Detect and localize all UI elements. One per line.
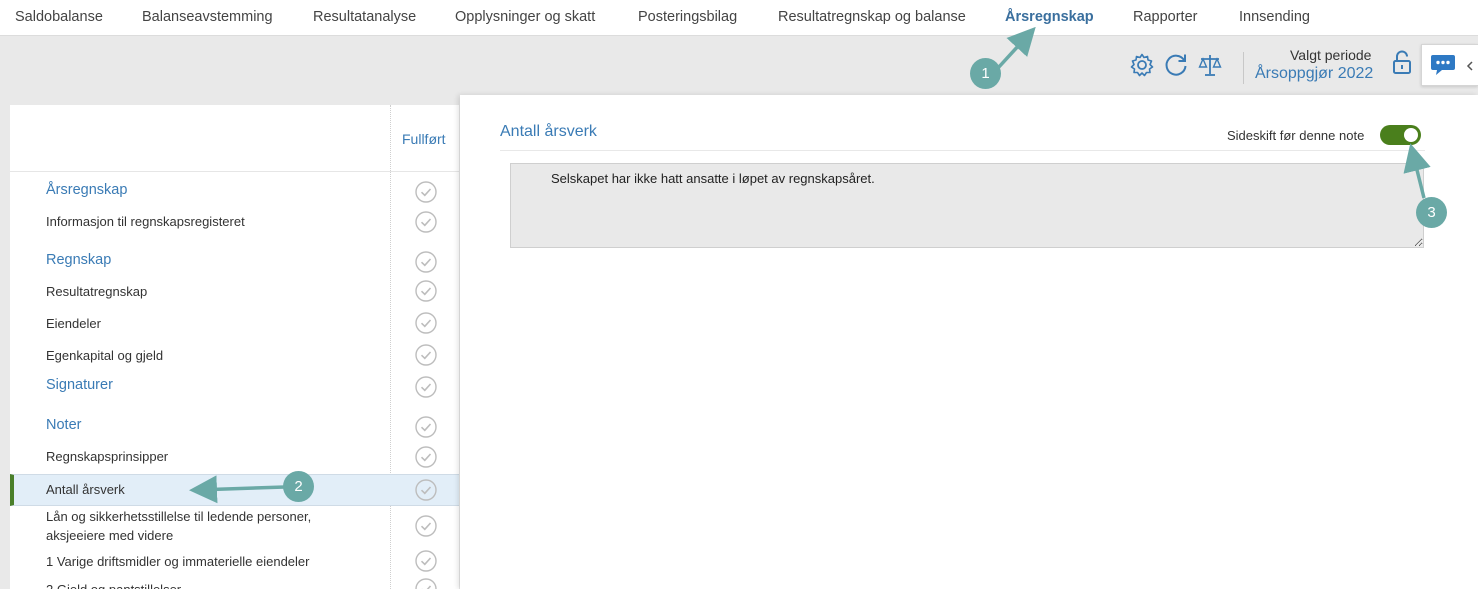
nav-item-label: Informasjon til regnskapsregisteret	[46, 214, 245, 229]
annotation-badge-3: 3	[1416, 197, 1447, 228]
header-divider	[10, 171, 459, 172]
nav-item-gjeld-og-pantstillelser[interactable]: 2 Gjeld og pantstillelser	[10, 578, 459, 589]
tab-arsregnskap[interactable]: Årsregnskap	[1005, 9, 1094, 25]
check-circle-icon[interactable]	[415, 479, 437, 501]
check-circle-icon[interactable]	[415, 446, 437, 468]
annotation-badge-2: 2	[283, 471, 314, 502]
nav-section-label: Regnskap	[46, 252, 112, 268]
scale-icon[interactable]	[1197, 52, 1223, 78]
check-circle-icon[interactable]	[415, 312, 437, 334]
toggle-knob	[1404, 128, 1418, 142]
tab-rapporter[interactable]: Rapporter	[1133, 9, 1197, 25]
gear-icon[interactable]	[1129, 52, 1155, 78]
nav-item-regnskapsprinsipper[interactable]: Regnskapsprinsipper	[10, 443, 459, 473]
nav-item-lan-og-sikkerhetsstillelse[interactable]: Lån og sikkerhetsstillelse til ledende p…	[10, 507, 459, 549]
check-circle-icon[interactable]	[415, 550, 437, 572]
nav-item-label: Eiendeler	[46, 316, 101, 331]
check-circle-icon[interactable]	[415, 515, 437, 537]
check-circle-icon[interactable]	[415, 181, 437, 203]
top-navigation: Saldobalanse Balanseavstemming Resultata…	[0, 0, 1478, 36]
tab-saldobalanse[interactable]: Saldobalanse	[15, 9, 103, 25]
nav-item-label-line2: aksjeeiere med videre	[46, 528, 174, 543]
check-circle-icon[interactable]	[415, 344, 437, 366]
check-circle-icon[interactable]	[415, 251, 437, 273]
nav-section-regnskap[interactable]: Regnskap	[10, 245, 459, 275]
check-circle-icon[interactable]	[415, 280, 437, 302]
nav-section-label: Årsregnskap	[46, 182, 128, 198]
chat-panel-tab[interactable]	[1421, 44, 1478, 86]
nav-item-informasjon-til-regnskapsregisteret[interactable]: Informasjon til regnskapsregisteret	[10, 207, 459, 237]
nav-item-varige-driftsmidler[interactable]: 1 Varige driftsmidler og immaterielle ei…	[10, 550, 459, 581]
note-title: Antall årsverk	[500, 123, 597, 140]
tab-resultatregnskap-og-balanse[interactable]: Resultatregnskap og balanse	[778, 9, 966, 25]
nav-section-noter[interactable]: Noter	[10, 410, 459, 440]
nav-item-label: Egenkapital og gjeld	[46, 348, 164, 363]
nav-item-resultatregnskap[interactable]: Resultatregnskap	[10, 277, 459, 307]
nav-item-label: Regnskapsprinsipper	[46, 449, 169, 464]
nav-section-arsregnskap[interactable]: Årsregnskap	[10, 175, 459, 205]
notes-navigation-panel: Fullført Årsregnskap Informasjon til reg…	[10, 105, 459, 589]
check-circle-icon[interactable]	[415, 211, 437, 233]
tab-innsending[interactable]: Innsending	[1239, 9, 1310, 25]
nav-item-antall-arsverk[interactable]: Antall årsverk	[10, 474, 459, 506]
tab-balanseavstemming[interactable]: Balanseavstemming	[142, 9, 273, 25]
nav-item-label: 1 Varige driftsmidler og immaterielle ei…	[46, 554, 310, 569]
nav-item-label: Antall årsverk	[46, 482, 125, 497]
period-value[interactable]: Årsoppgjør 2022	[1255, 65, 1373, 83]
nav-item-label: Lån og sikkerhetsstillelse til ledende p…	[46, 509, 312, 524]
note-header-divider	[500, 150, 1425, 151]
nav-section-label: Signaturer	[46, 377, 113, 393]
nav-section-signaturer[interactable]: Signaturer	[10, 371, 459, 401]
annotation-arrow-1	[996, 26, 1036, 70]
annotation-badge-1: 1	[970, 58, 1001, 89]
nav-section-label: Noter	[46, 417, 82, 433]
toolbar-separator	[1243, 52, 1244, 84]
unlock-icon[interactable]	[1389, 50, 1415, 76]
tab-resultatanalyse[interactable]: Resultatanalyse	[313, 9, 416, 25]
nav-item-egenkapital-og-gjeld[interactable]: Egenkapital og gjeld	[10, 341, 459, 371]
page-break-toggle[interactable]	[1380, 125, 1421, 145]
nav-item-label: Resultatregnskap	[46, 284, 148, 299]
check-circle-icon[interactable]	[415, 416, 437, 438]
page-break-label: Sideskift før denne note	[1227, 128, 1365, 143]
note-text-area[interactable]: Selskapet har ikke hatt ansatte i løpet …	[510, 163, 1424, 248]
tab-opplysninger-og-skatt[interactable]: Opplysninger og skatt	[455, 9, 595, 25]
note-editor-panel: Antall årsverk Sideskift før denne note …	[460, 95, 1478, 589]
check-circle-icon[interactable]	[415, 376, 437, 398]
period-label: Valgt periode	[1290, 47, 1372, 63]
refresh-icon[interactable]	[1163, 52, 1189, 78]
nav-item-label: 2 Gjeld og pantstillelser	[46, 581, 181, 589]
chevron-left-icon[interactable]	[1466, 61, 1474, 71]
nav-item-eiendeler[interactable]: Eiendeler	[10, 309, 459, 339]
chat-icon	[1431, 55, 1455, 75]
check-circle-icon[interactable]	[415, 578, 437, 589]
completed-column-header: Fullført	[402, 131, 446, 147]
tab-posteringsbilag[interactable]: Posteringsbilag	[638, 9, 737, 25]
